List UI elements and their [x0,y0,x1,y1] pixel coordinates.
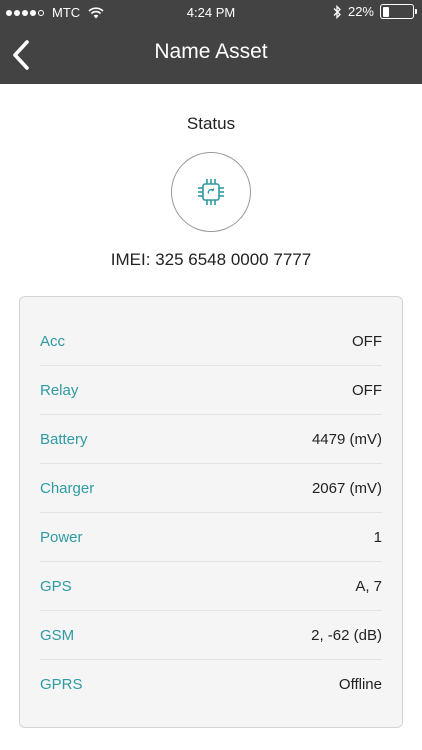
page-title: Name Asset [154,40,268,63]
detail-row-power: Power 1 [40,513,382,562]
detail-label: Battery [40,430,88,448]
device-status-badge [171,152,251,232]
detail-row-charger: Charger 2067 (mV) [40,464,382,513]
detail-label: GPRS [40,676,83,693]
detail-row-gsm: GSM 2, -62 (dB) [40,611,382,660]
detail-value: 1 [373,528,382,546]
detail-label: Acc [40,332,66,350]
detail-value: 2, -62 (dB) [311,626,382,644]
device-details-card: Acc OFF Relay OFF Battery 4479 (mV) Char… [19,296,403,728]
detail-label: Charger [40,479,95,497]
detail-row-acc: Acc OFF [40,317,382,366]
bluetooth-icon [333,4,341,19]
status-heading: Status [186,114,236,133]
battery-level-fill [382,6,389,17]
detail-label: GSM [40,626,75,644]
detail-row-gps: GPS A, 7 [40,562,382,611]
top-bar: MTC 4:24 PM 22% Name Asset [0,0,422,84]
imei-text: IMEI: 325 6548 0000 7777 [110,250,312,269]
status-bar: MTC 4:24 PM 22% [0,0,422,26]
detail-value: 4479 (mV) [311,430,382,448]
detail-label: Power [40,528,83,546]
detail-label: Relay [40,381,79,399]
detail-row-relay: Relay OFF [40,366,382,415]
detail-row-battery: Battery 4479 (mV) [40,415,382,464]
battery-icon [380,4,417,19]
detail-label: GPS [40,577,72,595]
battery-percent: 22% [347,4,374,19]
detail-row-gprs: GPRS Offline [40,660,382,709]
detail-value: 2067 (mV) [311,479,382,497]
status-bar-right: 22% [332,4,417,19]
detail-value: OFF [352,332,382,350]
chip-icon [198,179,224,205]
detail-value: A, 7 [355,577,382,595]
detail-value: Offline [338,676,382,693]
detail-value: OFF [352,381,382,399]
